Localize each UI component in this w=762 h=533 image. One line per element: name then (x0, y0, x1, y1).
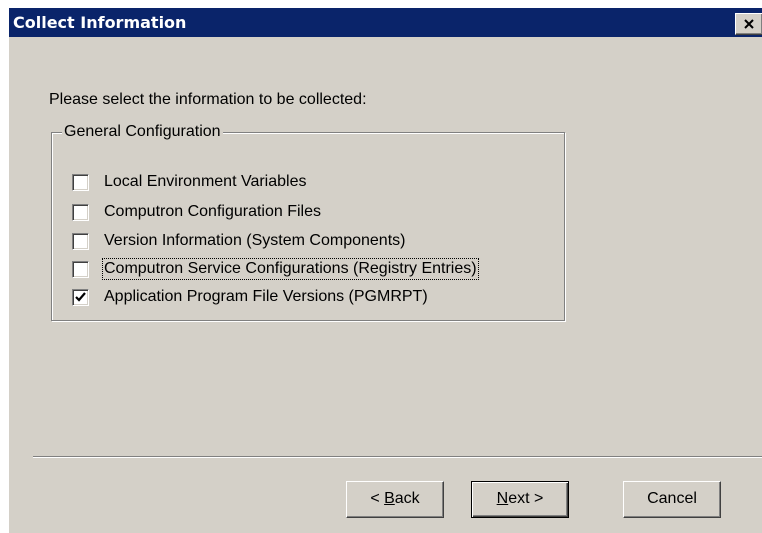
back-button[interactable]: < Back (346, 481, 444, 518)
checkbox-box[interactable] (72, 261, 89, 278)
checkbox-box[interactable] (72, 233, 89, 250)
checkbox-computron-service-configurations[interactable]: Computron Service Configurations (Regist… (72, 258, 552, 281)
checkbox-label[interactable]: Computron Service Configurations (Regist… (102, 258, 479, 280)
close-button[interactable] (735, 13, 762, 35)
checkbox-box[interactable] (72, 289, 89, 306)
group-label: General Configuration (62, 122, 223, 141)
checkbox-label[interactable]: Version Information (System Components) (103, 231, 406, 251)
checkbox-computron-configuration-files[interactable]: Computron Configuration Files (72, 202, 552, 224)
cancel-button[interactable]: Cancel (623, 481, 721, 518)
checkbox-box[interactable] (72, 204, 89, 221)
checkbox-label[interactable]: Application Program File Versions (PGMRP… (103, 287, 429, 307)
next-button[interactable]: Next > (471, 481, 569, 518)
back-mnemonic: B (384, 490, 395, 507)
instruction-text: Please select the information to be coll… (49, 91, 367, 108)
checkbox-version-information[interactable]: Version Information (System Components) (72, 231, 552, 253)
button-separator (33, 456, 762, 458)
checkbox-box[interactable] (72, 174, 89, 191)
close-icon (744, 19, 754, 29)
title-bar[interactable]: Collect Information (9, 8, 762, 37)
checkmark-icon (75, 292, 86, 302)
window-title: Collect Information (13, 13, 187, 32)
back-prefix: < (370, 490, 385, 507)
checkbox-label[interactable]: Local Environment Variables (103, 172, 307, 192)
next-label-rest: ext > (508, 490, 544, 507)
general-configuration-group: General Configuration Local Environment … (51, 122, 565, 321)
next-mnemonic: N (496, 490, 509, 507)
checkbox-application-program-file-versions[interactable]: Application Program File Versions (PGMRP… (72, 287, 552, 309)
checkbox-local-environment-variables[interactable]: Local Environment Variables (72, 172, 552, 194)
collect-information-dialog: Collect Information Please select the in… (8, 8, 762, 533)
back-label-rest: ack (394, 490, 420, 507)
checkbox-label[interactable]: Computron Configuration Files (103, 202, 322, 222)
